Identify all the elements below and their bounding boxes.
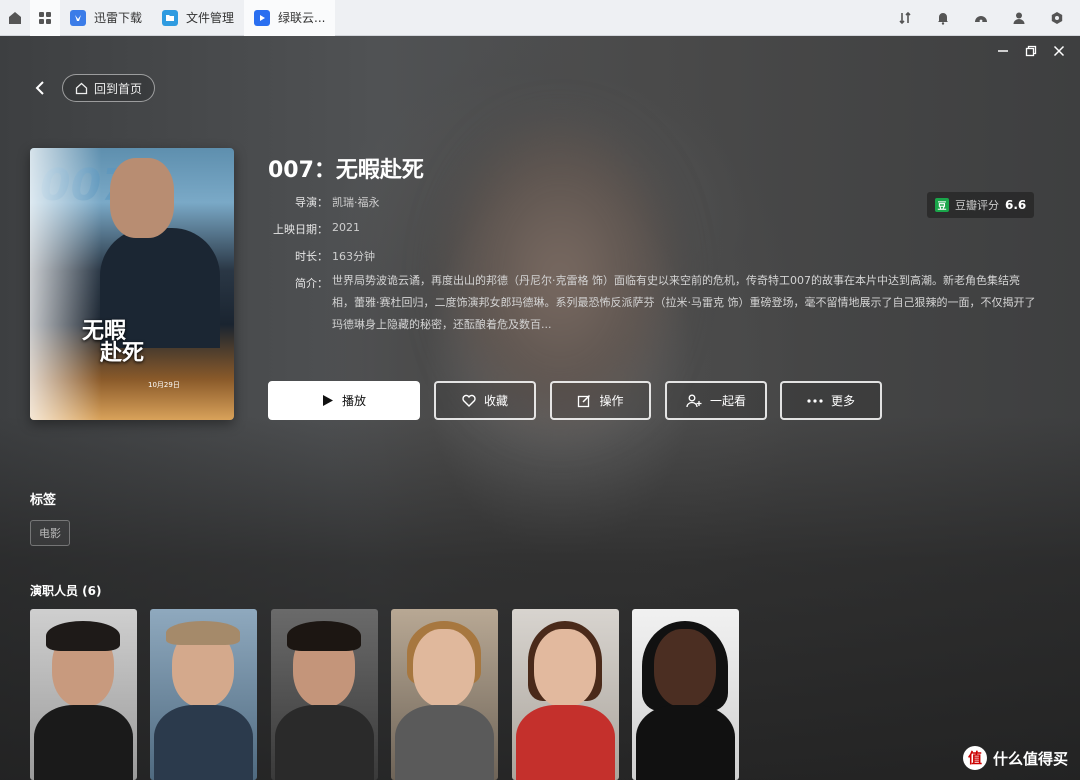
home-outline-icon [75,82,88,94]
edit-icon [578,394,591,407]
more-dots-icon [807,398,823,403]
transfer-icon[interactable] [888,0,922,36]
more-button-label: 更多 [830,394,855,408]
user-icon[interactable] [1002,0,1036,36]
restore-icon[interactable] [1024,44,1038,58]
cast-card-4[interactable] [391,609,498,780]
rating-score: 6.6 [1005,198,1027,212]
director-row: 导演： 凯瑞·福永 [272,194,380,210]
site-watermark: 值 什么值得买 [962,746,1068,770]
movie-poster: 007 无暇 赴死 10月29日 [30,148,234,420]
cast-card-3[interactable] [271,609,378,780]
release-value: 2021 [332,221,360,234]
play-button-label: 播放 [341,394,366,408]
duration-value: 163分钟 [332,250,375,263]
favorite-button[interactable]: 收藏 [434,381,536,420]
tab-thunder[interactable]: 迅雷下载 [60,0,152,36]
close-icon[interactable] [1052,44,1066,58]
heart-icon [462,394,476,407]
play-icon [322,395,333,406]
watch-together-button[interactable]: 一起看 [665,381,767,420]
watch-together-label: 一起看 [709,394,746,408]
release-row: 上映日期： 2021 [272,221,360,237]
cast-card-5[interactable] [512,609,619,780]
apps-grid-icon[interactable] [30,0,60,36]
folder-icon [162,9,179,26]
home-icon[interactable] [0,0,30,36]
video-icon [254,9,271,26]
director-value: 凯瑞·福永 [332,196,380,209]
dashboard-icon[interactable] [964,0,998,36]
poster-title: 无暇 赴死 [82,318,145,366]
thunder-icon [70,9,86,26]
play-button[interactable]: 播放 [268,381,420,420]
operate-button-label: 操作 [599,394,624,408]
tab-label: 绿联云... [278,11,326,25]
douban-rating: 豆 豆瓣评分 6.6 [927,192,1035,218]
cast-card-1[interactable] [30,609,137,780]
synopsis-key: 简介： [295,277,328,290]
back-button[interactable] [30,78,50,98]
cast-card-6[interactable] [632,609,739,780]
rating-label: 豆瓣评分 [955,199,999,212]
cast-heading: 演职人员 (6) [30,584,102,598]
chevron-left-icon [35,81,44,95]
settings-icon[interactable] [1040,0,1074,36]
operate-button[interactable]: 操作 [550,381,651,420]
tab-label: 文件管理 [186,11,235,25]
duration-key: 时长： [295,250,328,263]
minimize-icon[interactable] [996,44,1010,58]
taskbar: 迅雷下载 文件管理 绿联云... [0,0,1080,36]
synopsis-key-row: 简介： [272,275,332,291]
smzdm-logo-icon: 值 [962,746,987,770]
release-key: 上映日期： [273,223,328,236]
tag-chip[interactable]: 电影 [30,520,70,546]
poster-date: 10月29日 [148,381,180,389]
director-key: 导演： [295,196,328,209]
tab-files[interactable]: 文件管理 [152,0,244,36]
cast-card-2[interactable] [150,609,257,780]
duration-row: 时长： 163分钟 [272,248,375,264]
watermark-text: 什么值得买 [992,749,1068,768]
bell-icon[interactable] [926,0,960,36]
tab-label: 迅雷下载 [94,11,143,25]
synopsis-text: 世界局势波诡云谲，再度出山的邦德（丹尼尔·克雷格 饰）面临有史以来空前的危机，传… [332,274,1036,331]
favorite-button-label: 收藏 [483,394,508,408]
more-button[interactable]: 更多 [780,381,882,420]
movie-title: 007：无暇赴死 [268,158,424,183]
home-button[interactable]: 回到首页 [62,74,156,102]
douban-icon: 豆 [935,198,949,212]
window-controls [996,44,1066,58]
tab-video[interactable]: 绿联云... [244,0,336,36]
home-button-label: 回到首页 [94,81,143,96]
add-person-icon [686,394,702,407]
tags-heading: 标签 [30,493,57,508]
